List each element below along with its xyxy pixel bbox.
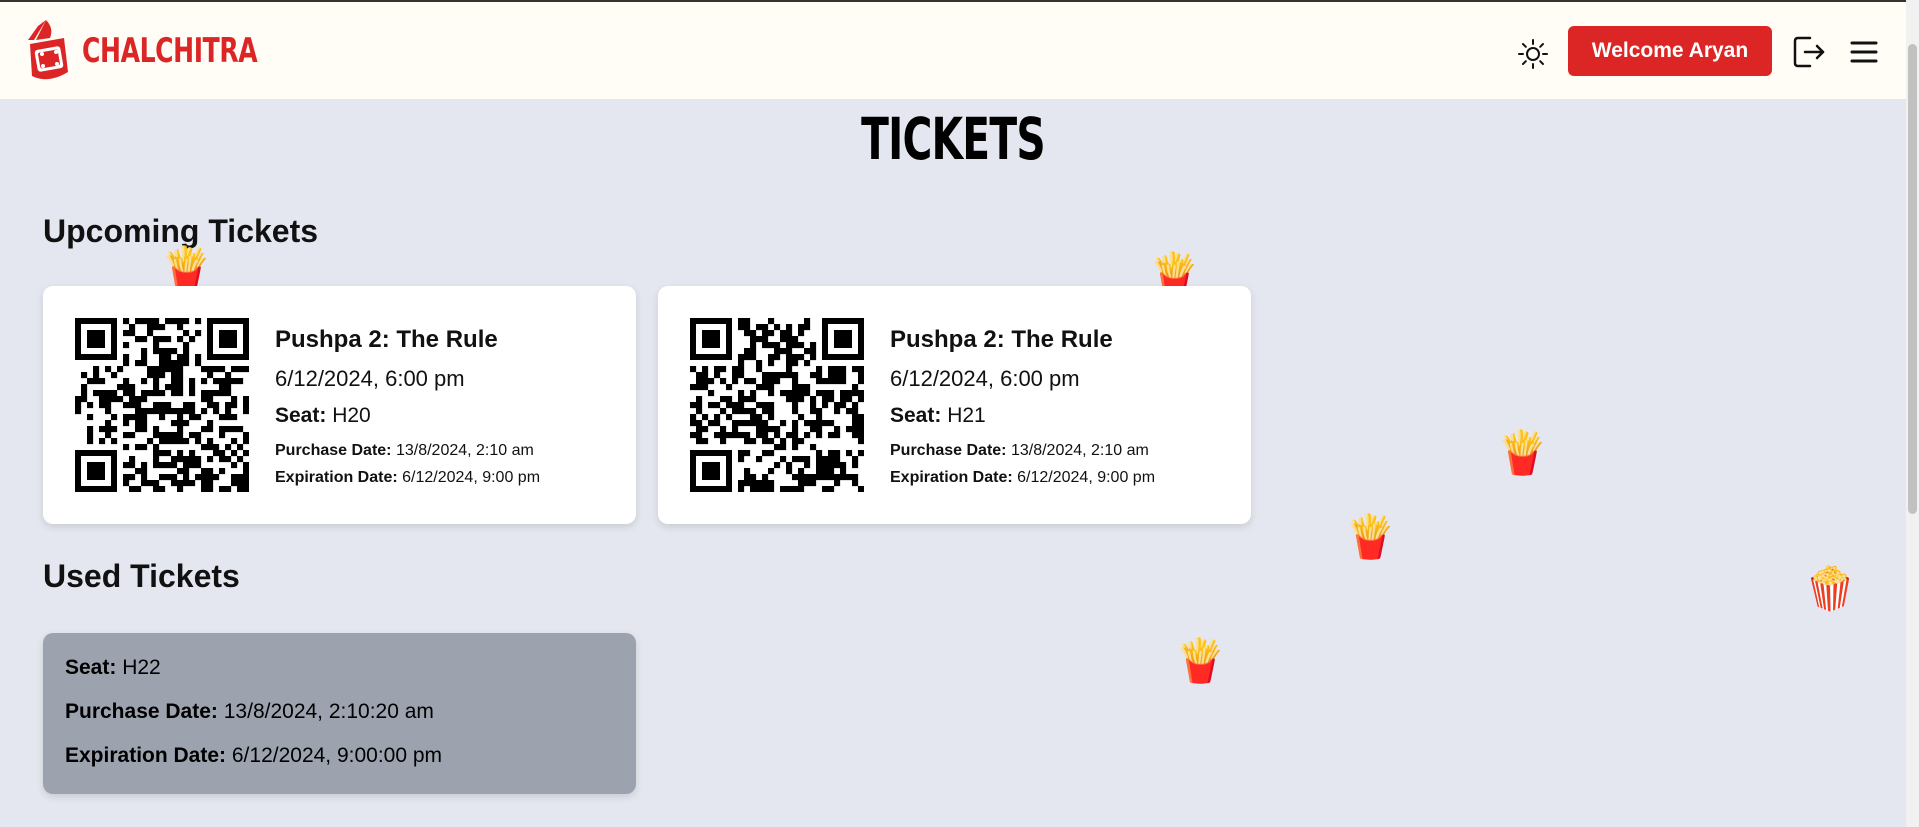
welcome-user-button[interactable]: Welcome Aryan: [1568, 26, 1772, 76]
purchase-date-row: Purchase Date: 13/8/2024, 2:10 am: [275, 442, 540, 460]
seat-label: Seat:: [65, 656, 117, 679]
ticket-info: Pushpa 2: The Rule 6/12/2024, 6:00 pm Se…: [890, 326, 1155, 496]
purchase-date-label: Purchase Date:: [890, 442, 1007, 459]
seat-value: H20: [332, 404, 371, 427]
seat-label: Seat:: [275, 404, 327, 427]
expiration-date-value: 6/12/2024, 9:00 pm: [1017, 469, 1156, 486]
seat-row: Seat: H21: [890, 404, 1155, 428]
used-tickets-heading: Used Tickets: [43, 558, 240, 594]
ticket-card[interactable]: Pushpa 2: The Rule 6/12/2024, 6:00 pm Se…: [43, 286, 636, 524]
brand-logo-link[interactable]: CHALCHITRA: [24, 18, 296, 84]
page-title: TICKETS: [861, 105, 1046, 173]
sun-icon[interactable]: [1517, 38, 1549, 70]
navbar: CHALCHITRA Welcome Aryan: [0, 2, 1906, 99]
ticket-info: Pushpa 2: The Rule 6/12/2024, 6:00 pm Se…: [275, 326, 540, 496]
seat-value: H22: [122, 656, 161, 679]
logo-icon: [28, 20, 68, 80]
purchase-date-value: 13/8/2024, 2:10:20 am: [223, 700, 434, 723]
movie-title: Pushpa 2: The Rule: [275, 326, 498, 353]
expiration-date-value: 6/12/2024, 9:00:00 pm: [231, 744, 443, 767]
brand-name: CHALCHITRA: [82, 31, 258, 71]
logout-icon[interactable]: [1792, 34, 1826, 70]
hamburger-menu-icon[interactable]: [1849, 38, 1879, 66]
expiration-date-row: Expiration Date: 6/12/2024, 9:00 pm: [275, 469, 540, 487]
fries-decoration: 🍟: [160, 245, 213, 292]
seat-label: Seat:: [890, 404, 942, 427]
showtime: 6/12/2024, 6:00 pm: [890, 366, 1080, 391]
fries-decoration: 🍟: [1496, 429, 1549, 476]
qr-code-icon: [75, 318, 249, 492]
expiration-date-label: Expiration Date:: [275, 469, 398, 486]
purchase-date-value: 13/8/2024, 2:10 am: [395, 442, 534, 459]
seat-row: Seat: H20: [275, 404, 540, 428]
fries-decoration: 🍟: [1344, 513, 1397, 560]
purchase-date-label: Purchase Date:: [65, 700, 218, 723]
movie-title: Pushpa 2: The Rule: [890, 326, 1113, 353]
qr-code-icon: [690, 318, 864, 492]
purchase-date-row: Purchase Date: 13/8/2024, 2:10:20 am: [65, 700, 434, 724]
scrollbar-thumb[interactable]: [1908, 44, 1917, 514]
used-ticket-card[interactable]: Seat: H22 Purchase Date: 13/8/2024, 2:10…: [43, 633, 636, 794]
purchase-date-value: 13/8/2024, 2:10 am: [1010, 442, 1149, 459]
showtime: 6/12/2024, 6:00 pm: [275, 366, 465, 391]
seat-value: H21: [947, 404, 986, 427]
fries-decoration: 🍟: [1174, 637, 1227, 684]
expiration-date-row: Expiration Date: 6/12/2024, 9:00 pm: [890, 469, 1155, 487]
ticket-card[interactable]: Pushpa 2: The Rule 6/12/2024, 6:00 pm Se…: [658, 286, 1251, 524]
purchase-date-row: Purchase Date: 13/8/2024, 2:10 am: [890, 442, 1155, 460]
expiration-date-value: 6/12/2024, 9:00 pm: [402, 469, 541, 486]
popcorn-decoration: 🍿: [1804, 565, 1857, 612]
expiration-date-label: Expiration Date:: [65, 744, 227, 767]
expiration-date-row: Expiration Date: 6/12/2024, 9:00:00 pm: [65, 744, 442, 768]
seat-row: Seat: H22: [65, 656, 161, 680]
purchase-date-label: Purchase Date:: [275, 442, 392, 459]
expiration-date-label: Expiration Date:: [890, 469, 1013, 486]
